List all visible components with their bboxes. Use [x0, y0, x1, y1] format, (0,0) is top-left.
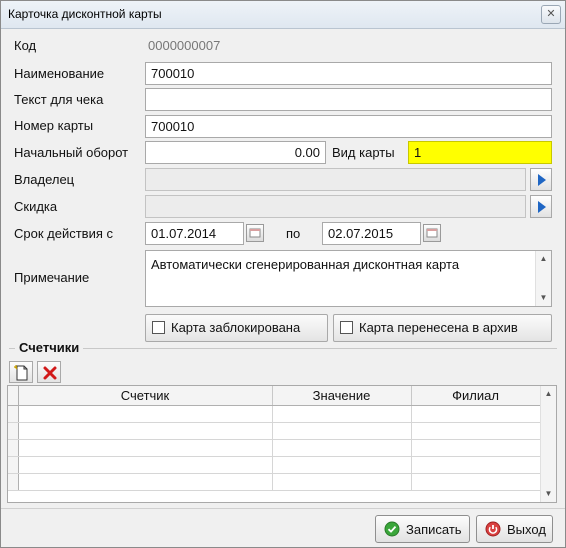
- note-text: Автоматически сгенерированная дисконтная…: [151, 257, 460, 272]
- delete-icon: [43, 366, 57, 380]
- owner-label: Владелец: [14, 172, 75, 187]
- counters-separator: [9, 348, 557, 349]
- arrow-right-icon: [538, 201, 546, 213]
- column-header-branch[interactable]: Филиал: [411, 386, 541, 406]
- receipt-text-label: Текст для чека: [14, 92, 104, 107]
- code-label: Код: [14, 38, 37, 53]
- initial-turnover-label: Начальный оборот: [14, 145, 129, 160]
- calendar-icon: [426, 228, 438, 238]
- scroll-up-icon[interactable]: ▲: [536, 251, 551, 267]
- table-row[interactable]: [8, 439, 541, 457]
- discount-select-button[interactable]: [530, 195, 552, 218]
- owner-select-button[interactable]: [530, 168, 552, 191]
- receipt-text-field[interactable]: [145, 88, 552, 111]
- close-icon: ✕: [546, 8, 556, 20]
- card-archived-label: Карта перенесена в архив: [359, 320, 518, 335]
- add-counter-button[interactable]: [9, 361, 33, 383]
- checkmark-icon: [384, 521, 400, 537]
- column-header-value[interactable]: Значение: [272, 386, 412, 406]
- counters-group-title: Счетчики: [15, 340, 84, 355]
- title-bar: Карточка дисконтной карты ✕: [1, 1, 565, 29]
- close-button[interactable]: ✕: [541, 5, 561, 24]
- checkbox-icon: [152, 321, 165, 334]
- window-title: Карточка дисконтной карты: [8, 7, 162, 21]
- card-archived-checkbox[interactable]: Карта перенесена в архив: [333, 314, 552, 342]
- validity-from-field[interactable]: 01.07.2014: [145, 222, 244, 245]
- checkbox-icon: [340, 321, 353, 334]
- grid-header-row: Счетчик Значение Филиал: [8, 386, 541, 406]
- validity-to-label: по: [286, 226, 301, 241]
- table-row[interactable]: [8, 405, 541, 423]
- exit-button-label: Выход: [507, 522, 546, 537]
- exit-icon: [485, 521, 501, 537]
- arrow-right-icon: [538, 174, 546, 186]
- owner-field[interactable]: [145, 168, 526, 191]
- calendar-icon: [249, 228, 261, 238]
- card-number-label: Номер карты: [14, 118, 94, 133]
- save-button-label: Записать: [406, 522, 462, 537]
- card-blocked-checkbox[interactable]: Карта заблокирована: [145, 314, 328, 342]
- note-textarea[interactable]: Автоматически сгенерированная дисконтная…: [145, 250, 552, 307]
- discount-label: Скидка: [14, 199, 58, 214]
- validity-label: Срок действия с: [14, 226, 113, 241]
- card-number-field[interactable]: 700010: [145, 115, 552, 138]
- table-row[interactable]: [8, 456, 541, 474]
- row-indicator-header: [8, 386, 19, 406]
- discount-field[interactable]: [145, 195, 526, 218]
- validity-to-field[interactable]: 02.07.2015: [322, 222, 421, 245]
- exit-button[interactable]: Выход: [476, 515, 553, 543]
- note-label: Примечание: [14, 270, 90, 285]
- footer-separator: [1, 508, 565, 509]
- validity-from-calendar-button[interactable]: [246, 224, 264, 242]
- counters-grid[interactable]: Счетчик Значение Филиал ▲ ▼: [7, 385, 557, 503]
- card-blocked-label: Карта заблокирована: [171, 320, 301, 335]
- code-value: 0000000007: [148, 38, 221, 53]
- scroll-down-icon[interactable]: ▼: [536, 290, 551, 306]
- scroll-up-icon[interactable]: ▲: [541, 386, 556, 402]
- column-header-counter[interactable]: Счетчик: [18, 386, 273, 406]
- table-row[interactable]: [8, 473, 541, 491]
- note-scrollbar[interactable]: ▲ ▼: [535, 251, 551, 306]
- discount-card-window: Карточка дисконтной карты ✕ Код 00000000…: [0, 0, 566, 548]
- validity-to-calendar-button[interactable]: [423, 224, 441, 242]
- table-row[interactable]: [8, 422, 541, 440]
- delete-counter-button[interactable]: [37, 361, 61, 383]
- grid-scrollbar[interactable]: ▲ ▼: [540, 386, 556, 502]
- name-field[interactable]: 700010: [145, 62, 552, 85]
- card-type-label: Вид карты: [332, 145, 395, 160]
- save-button[interactable]: Записать: [375, 515, 470, 543]
- initial-turnover-field[interactable]: 0.00: [145, 141, 326, 164]
- scroll-down-icon[interactable]: ▼: [541, 486, 556, 502]
- name-label: Наименование: [14, 66, 105, 81]
- card-type-field[interactable]: 1: [408, 141, 552, 164]
- new-document-icon: [14, 365, 28, 381]
